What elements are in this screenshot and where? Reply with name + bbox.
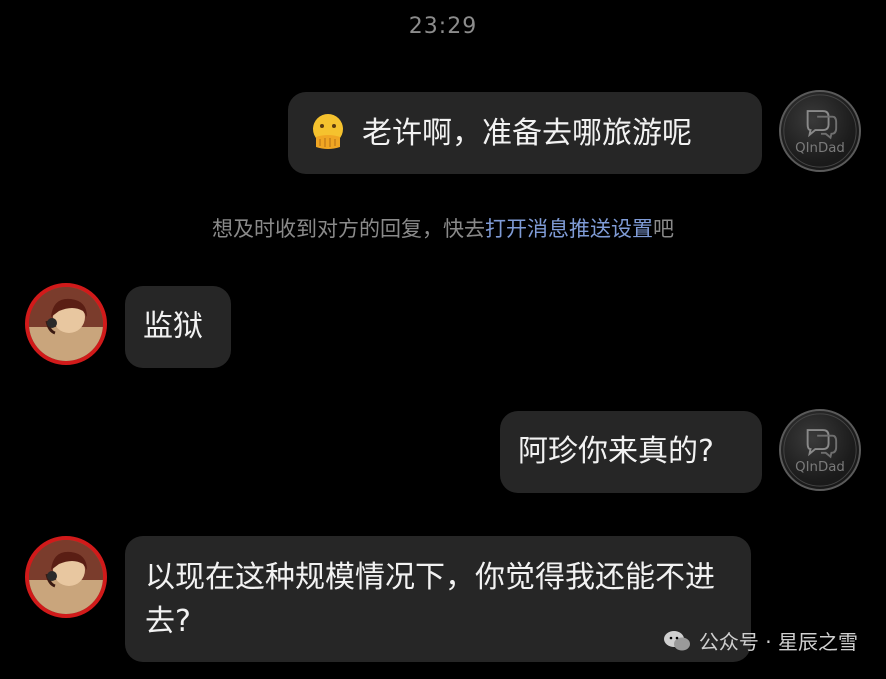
- face-with-hand-over-mouth-icon: [313, 114, 343, 149]
- message-text: 监狱: [143, 309, 203, 344]
- wechat-icon: [663, 630, 690, 650]
- timestamp: 23:29: [408, 14, 478, 39]
- watermark-text: 公众号 · 星辰之雪: [698, 630, 858, 654]
- note-suffix: 吧: [653, 217, 674, 241]
- avatar-logo-icon: QInDad: [783, 94, 857, 168]
- message-text: 老许啊，准备去哪旅游呢: [362, 116, 692, 151]
- message-bubble-other[interactable]: 以现在这种规模情况下，你觉得我还能不进去?: [125, 536, 751, 662]
- watermark: 公众号 · 星辰之雪: [663, 626, 858, 655]
- message-bubble-self[interactable]: 阿珍你来真的?: [500, 411, 762, 493]
- contact-avatar[interactable]: [25, 283, 107, 365]
- svg-text:QInDad: QInDad: [795, 141, 845, 156]
- svg-text:QInDad: QInDad: [795, 460, 845, 475]
- push-settings-note: 想及时收到对方的回复，快去打开消息推送设置吧: [0, 213, 886, 243]
- contact-avatar[interactable]: [25, 536, 107, 618]
- self-avatar[interactable]: QInDad: [779, 90, 861, 172]
- avatar-logo-icon: QInDad: [783, 413, 857, 487]
- push-settings-link[interactable]: 打开消息推送设置: [485, 217, 653, 241]
- message-text: 阿珍你来真的?: [518, 434, 714, 469]
- avatar-portrait-icon: [29, 287, 103, 361]
- message-text: 以现在这种规模情况下，你觉得我还能不进去?: [145, 560, 715, 639]
- note-prefix: 想及时收到对方的回复，快去: [212, 217, 485, 241]
- message-bubble-other[interactable]: 监狱: [125, 286, 231, 368]
- self-avatar[interactable]: QInDad: [779, 409, 861, 491]
- avatar-portrait-icon: [29, 540, 103, 614]
- message-bubble-self[interactable]: 老许啊，准备去哪旅游呢: [288, 92, 762, 174]
